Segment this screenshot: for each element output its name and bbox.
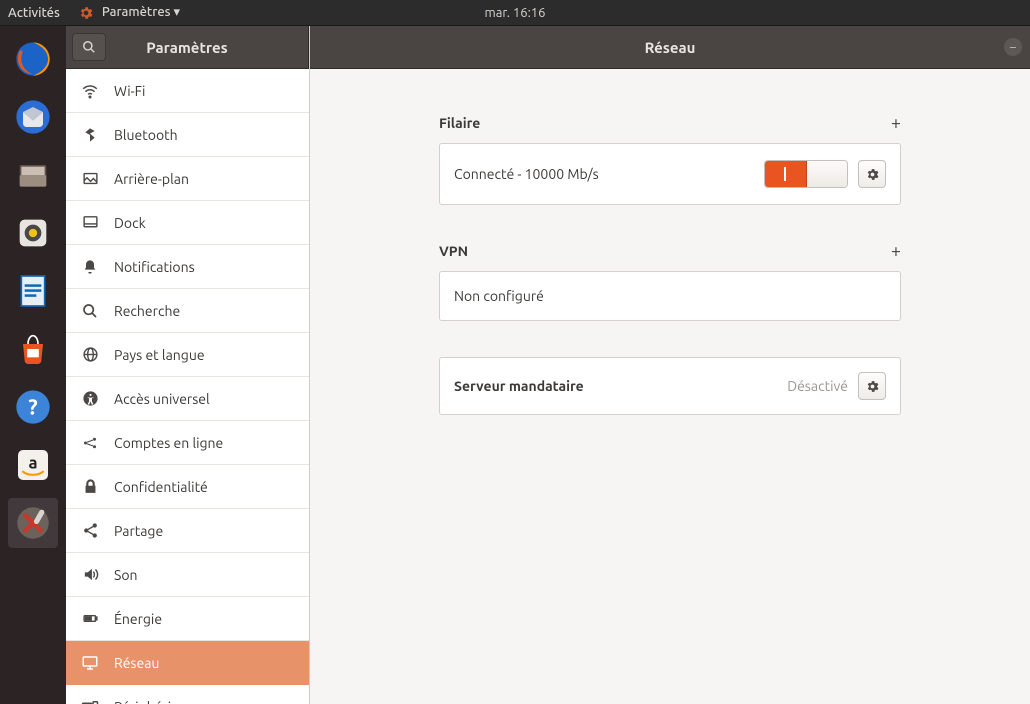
devices-icon (80, 698, 100, 704)
app-menu-label: Paramètres ▾ (102, 5, 180, 20)
wired-connection-row: Connecté - 10000 Mb/s (439, 143, 901, 205)
gear-icon (865, 379, 880, 394)
sidebar-item-label: Réseau (114, 655, 159, 671)
amazon-icon[interactable]: a (8, 440, 58, 490)
content-area: Filaire + Connecté - 10000 Mb/s (310, 69, 1030, 704)
sidebar-item-label: Confidentialité (114, 479, 208, 495)
sidebar-item-label: Partage (114, 523, 163, 539)
sidebar-item-power[interactable]: Énergie (66, 597, 309, 641)
sound-icon (80, 566, 100, 583)
add-vpn-button[interactable]: + (891, 241, 901, 261)
sidebar-item-notifications[interactable]: Notifications (66, 245, 309, 289)
search-icon (80, 303, 100, 319)
thunderbird-icon[interactable] (8, 92, 58, 142)
libreoffice-writer-icon[interactable] (8, 266, 58, 316)
app-menu[interactable]: Paramètres ▾ (78, 5, 180, 21)
rhythmbox-icon[interactable] (8, 208, 58, 258)
sidebar-item-universal-access[interactable]: Accès universel (66, 377, 309, 421)
vpn-section: VPN + Non configuré (439, 241, 901, 321)
vpn-row: Non configuré (439, 271, 901, 321)
help-icon[interactable]: ? (8, 382, 58, 432)
svg-text:a: a (28, 453, 37, 472)
sidebar-item-label: Énergie (114, 611, 162, 627)
settings-main: Réseau – Filaire + Connecté - 10000 Mb/s (310, 26, 1030, 704)
proxy-row[interactable]: Serveur mandataire Désactivé (439, 357, 901, 415)
sidebar-item-label: Notifications (114, 259, 195, 275)
sidebar-list: Wi-Fi Bluetooth Arrière-plan Dock Notifi… (66, 69, 309, 704)
sidebar-item-label: Son (114, 567, 138, 583)
sidebar-item-region[interactable]: Pays et langue (66, 333, 309, 377)
sidebar-item-label: Dock (114, 215, 146, 231)
add-wired-button[interactable]: + (891, 113, 901, 133)
background-icon (80, 170, 100, 187)
wired-section: Filaire + Connecté - 10000 Mb/s (439, 113, 901, 205)
vpn-section-header: VPN + (439, 241, 901, 261)
wired-section-header: Filaire + (439, 113, 901, 133)
sidebar-item-bluetooth[interactable]: Bluetooth (66, 113, 309, 157)
sidebar-search-button[interactable] (66, 26, 112, 69)
main-header: Réseau – (310, 26, 1030, 69)
sidebar-item-search[interactable]: Recherche (66, 289, 309, 333)
share-icon (80, 522, 100, 539)
svg-text:?: ? (28, 396, 38, 420)
gear-icon (865, 167, 880, 182)
sidebar-item-devices[interactable]: Périphériques › (66, 685, 309, 704)
dock-icon (80, 214, 100, 231)
privacy-icon (80, 478, 100, 495)
minimize-button[interactable]: – (1004, 38, 1022, 56)
sidebar-header: Paramètres (66, 26, 309, 69)
search-icon (82, 40, 96, 54)
sidebar-item-label: Arrière-plan (114, 171, 189, 187)
firefox-icon[interactable] (8, 34, 58, 84)
wifi-icon (80, 82, 100, 100)
wired-toggle[interactable] (764, 160, 848, 188)
activities-button[interactable]: Activités (8, 6, 60, 20)
gear-icon (78, 5, 94, 21)
universal-access-icon (80, 390, 100, 407)
network-icon (80, 654, 100, 672)
sidebar-item-sound[interactable]: Son (66, 553, 309, 597)
bluetooth-icon (80, 127, 100, 143)
launcher-dock: ? a (0, 26, 66, 704)
settings-icon[interactable] (8, 498, 58, 548)
top-panel: Activités Paramètres ▾ mar. 16:16 (0, 0, 1030, 26)
files-icon[interactable] (8, 150, 58, 200)
wired-section-title: Filaire (439, 115, 480, 131)
proxy-label: Serveur mandataire (454, 378, 584, 394)
sidebar-item-label: Périphériques (114, 699, 201, 704)
sidebar-item-sharing[interactable]: Partage (66, 509, 309, 553)
sidebar-item-online-accounts[interactable]: Comptes en ligne (66, 421, 309, 465)
proxy-section: Serveur mandataire Désactivé (439, 357, 901, 415)
settings-sidebar: Paramètres Wi-Fi Bluetooth Arrière-plan … (66, 26, 310, 704)
sidebar-title: Paramètres (112, 39, 262, 56)
sidebar-item-background[interactable]: Arrière-plan (66, 157, 309, 201)
online-accounts-icon (80, 434, 100, 452)
settings-window: Paramètres Wi-Fi Bluetooth Arrière-plan … (66, 26, 1030, 704)
sidebar-item-label: Bluetooth (114, 127, 178, 143)
sidebar-item-label: Pays et langue (114, 347, 205, 363)
globe-icon (80, 346, 100, 363)
wired-settings-button[interactable] (858, 160, 886, 188)
wired-status: Connecté - 10000 Mb/s (454, 166, 599, 182)
vpn-section-title: VPN (439, 243, 468, 259)
proxy-settings-button[interactable] (858, 372, 886, 400)
sidebar-item-dock[interactable]: Dock (66, 201, 309, 245)
bell-icon (80, 259, 100, 275)
proxy-status: Désactivé (787, 378, 848, 394)
vpn-status: Non configuré (454, 288, 544, 304)
sidebar-item-privacy[interactable]: Confidentialité (66, 465, 309, 509)
page-title: Réseau (645, 39, 696, 56)
sidebar-item-label: Recherche (114, 303, 180, 319)
sidebar-item-label: Accès universel (114, 391, 210, 407)
sidebar-item-label: Wi-Fi (114, 83, 145, 99)
sidebar-item-network[interactable]: Réseau (66, 641, 309, 685)
software-center-icon[interactable] (8, 324, 58, 374)
sidebar-item-wifi[interactable]: Wi-Fi (66, 69, 309, 113)
power-icon (80, 610, 100, 627)
clock: mar. 16:16 (485, 6, 546, 20)
chevron-right-icon: › (291, 698, 296, 704)
sidebar-item-label: Comptes en ligne (114, 435, 223, 451)
